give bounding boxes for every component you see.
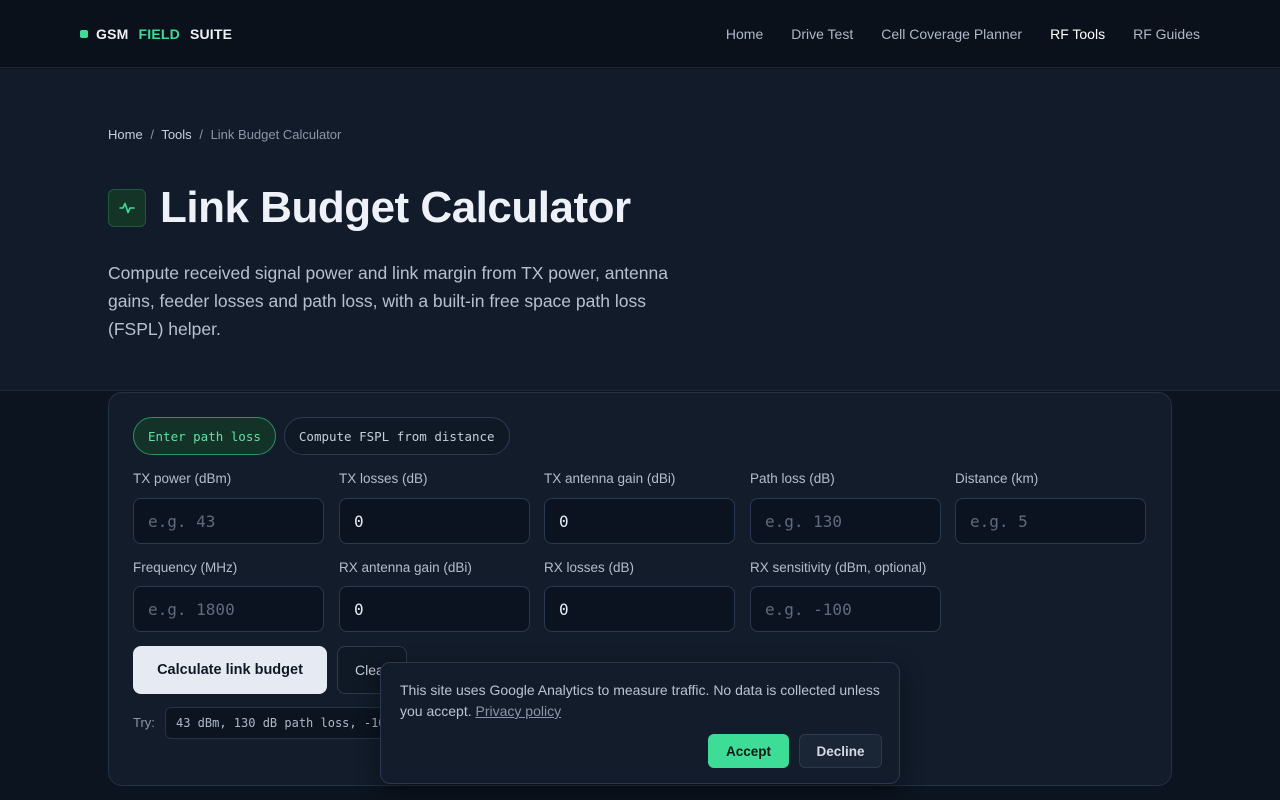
page-title: Link Budget Calculator bbox=[160, 183, 631, 232]
frequency-input[interactable] bbox=[133, 586, 324, 632]
hero-section: Home / Tools / Link Budget Calculator Li… bbox=[0, 69, 1280, 391]
page-subtitle: Compute received signal power and link m… bbox=[108, 263, 668, 339]
breadcrumb-home[interactable]: Home bbox=[108, 127, 143, 142]
tx-power-input[interactable] bbox=[133, 498, 324, 544]
main-nav: Home Drive Test Cell Coverage Planner RF… bbox=[726, 24, 1200, 44]
nav-link-drive-test[interactable]: Drive Test bbox=[791, 24, 853, 44]
frequency-label: Frequency (MHz) bbox=[133, 560, 238, 575]
page-title-row: Link Budget Calculator bbox=[108, 183, 631, 233]
mode-tabs: Enter path loss Compute FSPL from distan… bbox=[133, 417, 510, 455]
tx-losses-label: TX losses (dB) bbox=[339, 471, 428, 486]
privacy-policy-link[interactable]: Privacy policy bbox=[476, 703, 562, 719]
top-navbar: GSM FIELD SUITE Home Drive Test Cell Cov… bbox=[0, 0, 1280, 68]
brand-word-suite: SUITE bbox=[189, 26, 233, 42]
rx-losses-input[interactable] bbox=[544, 586, 735, 632]
tab-compute-fspl[interactable]: Compute FSPL from distance bbox=[283, 417, 510, 455]
path-loss-input[interactable] bbox=[750, 498, 941, 544]
breadcrumb-separator: / bbox=[150, 127, 154, 142]
nav-link-cell-coverage-planner[interactable]: Cell Coverage Planner bbox=[881, 24, 1022, 44]
tx-losses-input[interactable] bbox=[339, 498, 530, 544]
rx-sensitivity-label: RX sensitivity (dBm, optional) bbox=[750, 560, 927, 575]
pulse-icon bbox=[108, 189, 146, 227]
try-example-chip[interactable]: 43 dBm, 130 dB path loss, -100 dBm sensi… bbox=[165, 707, 395, 739]
tx-antenna-gain-input[interactable] bbox=[544, 498, 735, 544]
tx-antenna-gain-label: TX antenna gain (dBi) bbox=[544, 471, 676, 486]
distance-input[interactable] bbox=[955, 498, 1146, 544]
tx-power-label: TX power (dBm) bbox=[133, 471, 232, 486]
decline-button[interactable]: Decline bbox=[799, 734, 882, 768]
rx-antenna-gain-input[interactable] bbox=[339, 586, 530, 632]
nav-link-rf-guides[interactable]: RF Guides bbox=[1133, 24, 1200, 44]
cookie-message: This site uses Google Analytics to measu… bbox=[400, 680, 890, 722]
breadcrumb: Home / Tools / Link Budget Calculator bbox=[108, 127, 341, 142]
try-label: Try: bbox=[133, 715, 155, 730]
brand-logo[interactable]: GSM FIELD SUITE bbox=[80, 24, 232, 44]
nav-link-home[interactable]: Home bbox=[726, 24, 763, 44]
accept-button[interactable]: Accept bbox=[708, 734, 789, 768]
distance-label: Distance (km) bbox=[955, 471, 1039, 486]
path-loss-label: Path loss (dB) bbox=[750, 471, 835, 486]
nav-link-rf-tools[interactable]: RF Tools bbox=[1050, 24, 1105, 44]
breadcrumb-current: Link Budget Calculator bbox=[210, 127, 342, 142]
breadcrumb-separator: / bbox=[199, 127, 203, 142]
tab-enter-path-loss[interactable]: Enter path loss bbox=[133, 417, 276, 455]
rx-sensitivity-input[interactable] bbox=[750, 586, 941, 632]
brand-dot-icon bbox=[80, 30, 88, 38]
cookie-banner: This site uses Google Analytics to measu… bbox=[380, 662, 900, 784]
cookie-message-text: This site uses Google Analytics to measu… bbox=[400, 682, 880, 719]
breadcrumb-tools[interactable]: Tools bbox=[161, 127, 191, 142]
brand-word-gsm: GSM bbox=[96, 26, 129, 42]
calculate-button[interactable]: Calculate link budget bbox=[133, 646, 327, 694]
rx-losses-label: RX losses (dB) bbox=[544, 560, 635, 575]
rx-antenna-gain-label: RX antenna gain (dBi) bbox=[339, 560, 472, 575]
brand-word-field: FIELD bbox=[138, 26, 180, 42]
